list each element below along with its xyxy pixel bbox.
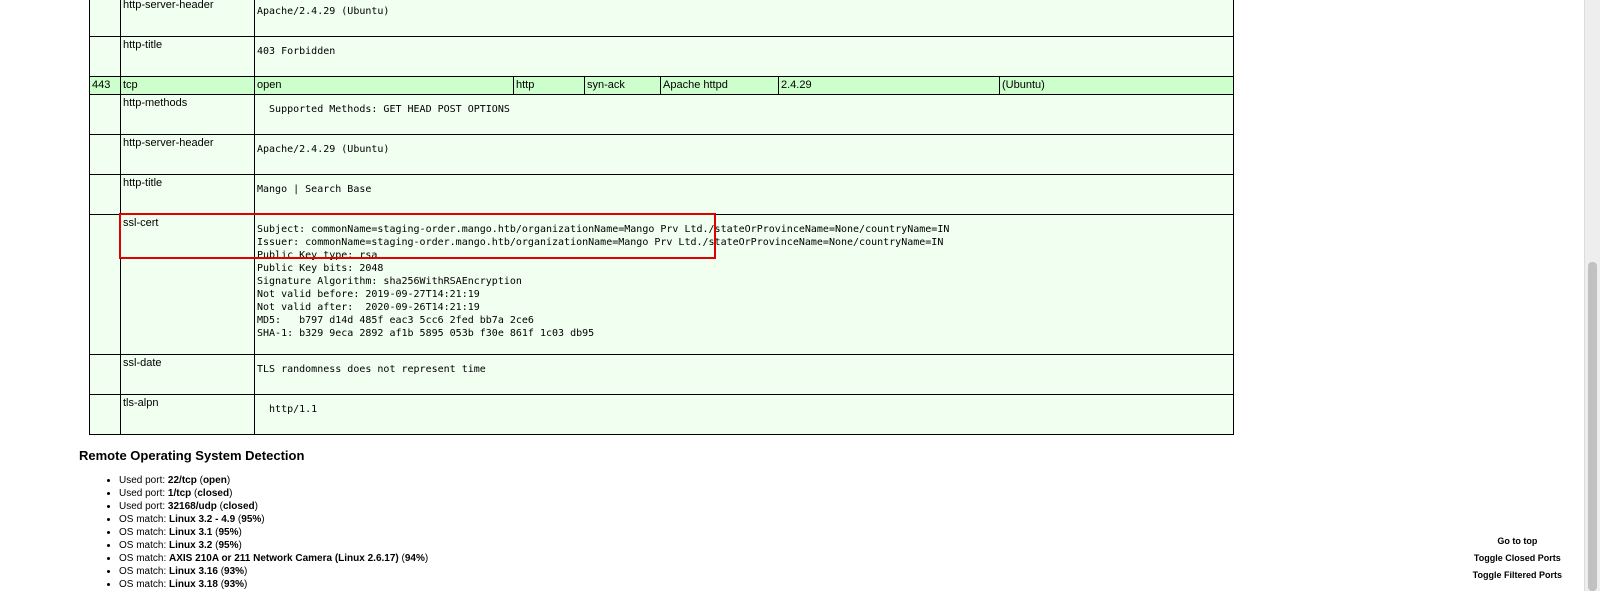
script-name: http-server-header bbox=[120, 0, 255, 37]
script-row: http-methods Supported Methods: GET HEAD… bbox=[89, 94, 1235, 135]
empty-cell bbox=[89, 134, 121, 175]
script-output: Supported Methods: GET HEAD POST OPTIONS bbox=[253, 94, 1235, 135]
empty-cell bbox=[89, 36, 121, 77]
script-row: http-title Mango | Search Base bbox=[89, 174, 1235, 215]
list-item: Used port: 22/tcp (open) bbox=[119, 474, 428, 487]
list-item: OS match: Linux 3.2 - 4.9 (95%) bbox=[119, 513, 428, 526]
port-row-443: 443 tcp open http syn-ack Apache httpd 2… bbox=[89, 76, 1235, 95]
list-item: OS match: Linux 3.18 (93%) bbox=[119, 578, 428, 591]
port-version: 2.4.29 bbox=[778, 76, 1000, 95]
empty-cell bbox=[89, 394, 121, 435]
list-item: OS match: Linux 3.2 (95%) bbox=[119, 539, 428, 552]
empty-cell bbox=[89, 0, 121, 37]
ports-table: http-server-header Apache/2.4.29 (Ubuntu… bbox=[89, 0, 1235, 435]
os-detection-list: Used port: 22/tcp (open) Used port: 1/tc… bbox=[119, 474, 428, 591]
script-name: ssl-cert bbox=[120, 214, 255, 355]
empty-cell bbox=[89, 174, 121, 215]
port-protocol: tcp bbox=[120, 76, 255, 95]
script-output: TLS randomness does not represent time bbox=[253, 354, 1235, 395]
script-name: http-methods bbox=[120, 94, 255, 135]
section-heading-os-detection: Remote Operating System Detection bbox=[79, 448, 305, 463]
port-extra-info: (Ubuntu) bbox=[998, 76, 1235, 95]
empty-cell bbox=[89, 94, 121, 135]
toggle-closed-ports-link[interactable]: Toggle Closed Ports bbox=[1473, 553, 1562, 563]
script-output: Mango | Search Base bbox=[253, 174, 1235, 215]
script-name: http-server-header bbox=[120, 134, 255, 175]
empty-cell bbox=[89, 214, 121, 355]
list-item: OS match: Linux 3.1 (95%) bbox=[119, 526, 428, 539]
port-reason: syn-ack bbox=[584, 76, 661, 95]
script-row: http-title 403 Forbidden bbox=[89, 36, 1235, 77]
toggle-filtered-ports-link[interactable]: Toggle Filtered Ports bbox=[1473, 570, 1562, 580]
list-item: OS match: AXIS 210A or 211 Network Camer… bbox=[119, 552, 428, 565]
script-name: tls-alpn bbox=[120, 394, 255, 435]
script-output: http/1.1 bbox=[253, 394, 1235, 435]
port-product: Apache httpd bbox=[660, 76, 779, 95]
side-links: Go to top Toggle Closed Ports Toggle Fil… bbox=[1473, 536, 1562, 587]
script-row: http-server-header Apache/2.4.29 (Ubuntu… bbox=[89, 134, 1235, 175]
script-output: Apache/2.4.29 (Ubuntu) bbox=[253, 134, 1235, 175]
list-item: Used port: 1/tcp (closed) bbox=[119, 487, 428, 500]
port-number: 443 bbox=[89, 76, 121, 95]
script-row: ssl-date TLS randomness does not represe… bbox=[89, 354, 1235, 395]
script-output: Subject: commonName=staging-order.mango.… bbox=[253, 214, 1235, 355]
go-to-top-link[interactable]: Go to top bbox=[1473, 536, 1562, 546]
script-output: Apache/2.4.29 (Ubuntu) bbox=[253, 0, 1235, 37]
list-item: Used port: 32168/udp (closed) bbox=[119, 500, 428, 513]
port-service: http bbox=[513, 76, 585, 95]
port-state: open bbox=[254, 76, 514, 95]
script-row: http-server-header Apache/2.4.29 (Ubuntu… bbox=[89, 0, 1235, 37]
script-name: ssl-date bbox=[120, 354, 255, 395]
list-item: OS match: Linux 3.16 (93%) bbox=[119, 565, 428, 578]
script-output: 403 Forbidden bbox=[253, 36, 1235, 77]
scrollbar-thumb[interactable] bbox=[1588, 262, 1597, 591]
script-row: tls-alpn http/1.1 bbox=[89, 394, 1235, 435]
script-row-ssl-cert: ssl-cert Subject: commonName=staging-ord… bbox=[89, 214, 1235, 355]
vertical-scrollbar[interactable] bbox=[1584, 0, 1600, 591]
script-name: http-title bbox=[120, 174, 255, 215]
script-name: http-title bbox=[120, 36, 255, 77]
empty-cell bbox=[89, 354, 121, 395]
